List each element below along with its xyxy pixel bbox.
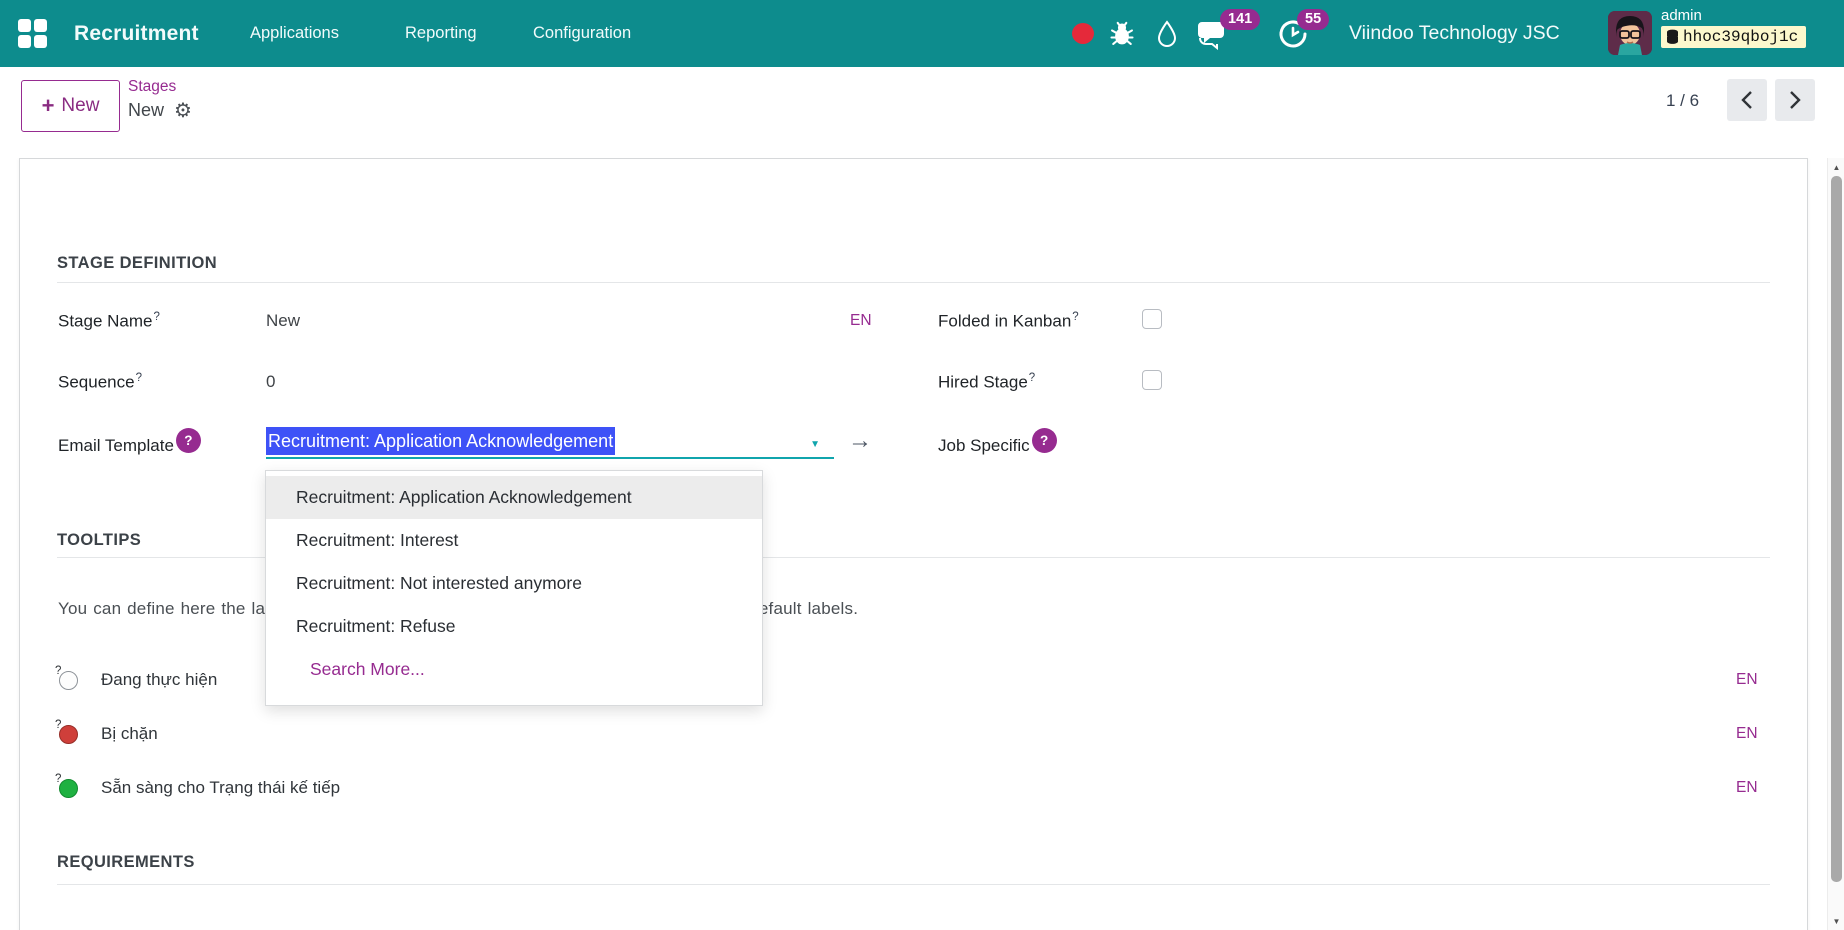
chevron-right-icon — [1788, 90, 1802, 110]
dropdown-search-more[interactable]: Search More... — [266, 648, 762, 691]
job-specific-label: Job Specific? — [938, 434, 1057, 459]
database-icon — [1666, 29, 1679, 45]
kanban-state-blocked-icon[interactable]: ? — [59, 725, 78, 744]
user-name: admin — [1661, 7, 1702, 24]
kanban-state-normal-icon[interactable]: ? — [59, 671, 78, 690]
help-badge-icon[interactable]: ? — [1032, 428, 1057, 453]
top-navbar: Recruitment Applications Reporting Confi… — [0, 0, 1844, 67]
stage-name-lang-tag[interactable]: EN — [850, 312, 872, 330]
kanban-state-blocked-label[interactable]: Bị chặn — [101, 724, 158, 744]
sequence-label: Sequence? — [58, 372, 142, 393]
stage-name-value[interactable]: New — [266, 311, 300, 331]
section-tooltips: TOOLTIPS — [57, 531, 141, 550]
new-record-button[interactable]: + New — [21, 80, 120, 132]
control-panel: + New Stages New ⚙ 1 / 6 — [0, 67, 1844, 158]
stage-name-label: Stage Name? — [58, 311, 160, 332]
help-question-mark: ? — [1029, 372, 1035, 384]
database-badge: hhoc39qboj1c — [1661, 26, 1806, 48]
user-avatar[interactable] — [1608, 11, 1652, 55]
pager-next-button[interactable] — [1775, 79, 1815, 121]
section-requirements: REQUIREMENTS — [57, 853, 195, 872]
help-question-mark: ? — [136, 372, 142, 384]
dropdown-caret-icon[interactable]: ▼ — [810, 439, 820, 450]
hired-stage-checkbox[interactable] — [1142, 370, 1162, 390]
help-question-mark: ? — [154, 311, 160, 323]
sequence-value[interactable]: 0 — [266, 372, 275, 392]
dropdown-option[interactable]: Recruitment: Refuse — [266, 605, 762, 648]
email-template-input[interactable]: Recruitment: Application Acknowledgement… — [266, 427, 834, 459]
email-template-label: Email Template? — [58, 434, 201, 459]
kanban-state-done-icon[interactable]: ? — [59, 779, 78, 798]
divider — [57, 282, 1770, 283]
menu-applications[interactable]: Applications — [250, 0, 339, 67]
internal-link-arrow-icon[interactable]: → — [848, 429, 872, 453]
folded-in-kanban-label: Folded in Kanban? — [938, 311, 1079, 332]
bug-icon[interactable] — [1108, 0, 1136, 67]
dropdown-option[interactable]: Recruitment: Not interested anymore — [266, 562, 762, 605]
pager-count: 1 / 6 — [1666, 91, 1699, 111]
company-name[interactable]: Viindoo Technology JSC — [1349, 0, 1560, 67]
help-question-mark: ? — [1072, 311, 1078, 323]
app-window: Recruitment Applications Reporting Confi… — [0, 0, 1844, 930]
recording-indicator-icon — [1072, 23, 1094, 44]
kanban-state-done-lang-tag[interactable]: EN — [1736, 779, 1758, 797]
dropdown-option[interactable]: Recruitment: Application Acknowledgement — [266, 476, 762, 519]
database-name: hhoc39qboj1c — [1683, 28, 1798, 46]
pager-previous-button[interactable] — [1727, 79, 1767, 121]
activities-count-badge[interactable]: 55 — [1297, 9, 1329, 30]
gear-icon[interactable]: ⚙ — [174, 101, 192, 121]
folded-in-kanban-checkbox[interactable] — [1142, 309, 1162, 329]
kanban-state-normal-lang-tag[interactable]: EN — [1736, 671, 1758, 689]
kanban-state-blocked-lang-tag[interactable]: EN — [1736, 725, 1758, 743]
kanban-state-normal-label[interactable]: Đang thực hiện — [101, 670, 217, 690]
chevron-left-icon — [1740, 90, 1754, 110]
menu-reporting[interactable]: Reporting — [405, 0, 477, 67]
user-menu[interactable]: admin hhoc39qboj1c — [1661, 7, 1806, 48]
app-name[interactable]: Recruitment — [74, 0, 199, 67]
scrollbar-thumb[interactable] — [1831, 176, 1842, 882]
apps-grid-icon[interactable] — [18, 19, 48, 49]
droplet-icon[interactable] — [1155, 0, 1179, 67]
scrollbar-down-arrow-icon[interactable]: ▼ — [1828, 914, 1844, 928]
help-badge-icon[interactable]: ? — [176, 428, 201, 453]
breadcrumb: Stages New ⚙ — [128, 77, 192, 121]
kanban-state-done-label[interactable]: Sẵn sàng cho Trạng thái kế tiếp — [101, 778, 340, 798]
email-template-selected-text: Recruitment: Application Acknowledgement — [266, 427, 615, 455]
email-template-dropdown: Recruitment: Application Acknowledgement… — [265, 470, 763, 706]
vertical-scrollbar[interactable]: ▲ ▼ — [1827, 158, 1844, 930]
breadcrumb-stages-link[interactable]: Stages — [128, 77, 192, 97]
plus-icon: + — [42, 96, 55, 116]
scrollbar-up-arrow-icon[interactable]: ▲ — [1828, 160, 1844, 174]
dropdown-option[interactable]: Recruitment: Interest — [266, 519, 762, 562]
section-stage-definition: STAGE DEFINITION — [57, 254, 217, 273]
divider — [57, 884, 1770, 885]
menu-configuration[interactable]: Configuration — [533, 0, 631, 67]
breadcrumb-current: New — [128, 100, 164, 121]
hired-stage-label: Hired Stage? — [938, 372, 1035, 393]
messages-count-badge[interactable]: 141 — [1220, 9, 1260, 30]
